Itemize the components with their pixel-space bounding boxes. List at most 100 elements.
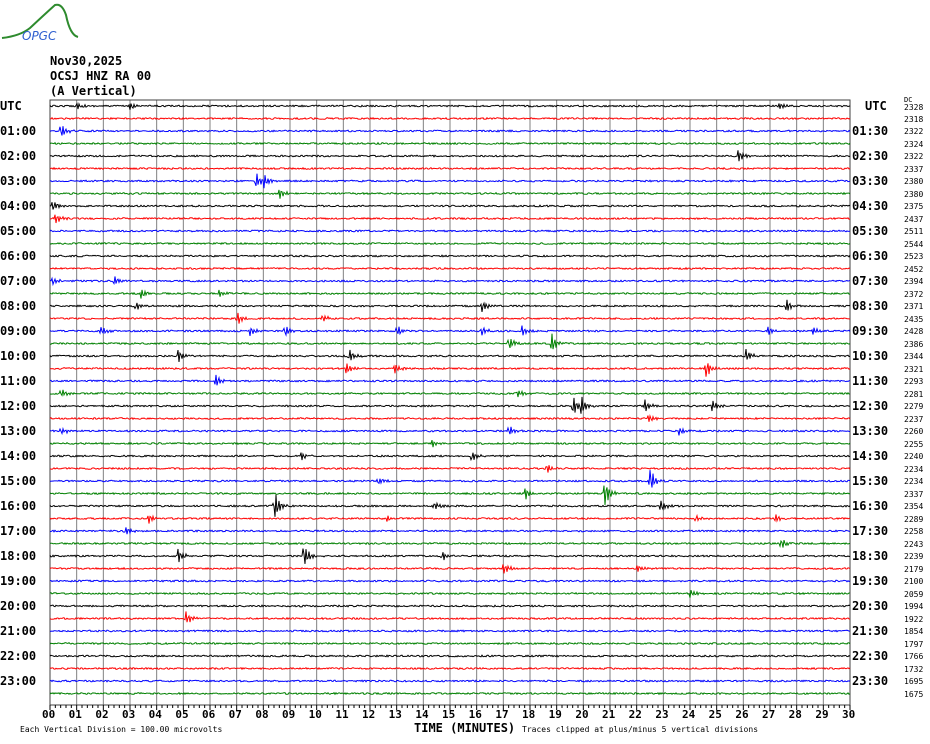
dc-offset-label: 2322: [904, 152, 924, 161]
x-tick-label: 22: [628, 708, 642, 721]
dc-offset-label: 2239: [904, 552, 924, 561]
left-hour-label: 01:00: [0, 124, 37, 138]
dc-offset-label: 2380: [904, 177, 924, 186]
dc-offset-label: 1854: [904, 627, 924, 636]
dc-offset-label: 1732: [904, 664, 924, 674]
left-hour-label: 03:00: [0, 174, 37, 188]
right-hour-label: 15:30: [852, 474, 889, 488]
dc-offset-label: 2337: [904, 489, 924, 499]
dc-offset-label: 2428: [904, 327, 924, 336]
x-tick-label: 04: [148, 708, 162, 721]
dc-offset-label: 1675: [904, 689, 924, 699]
left-hour-label: 21:00: [0, 624, 37, 638]
right-hour-label: 07:30: [852, 274, 889, 288]
dc-offset-label: 2289: [904, 514, 924, 524]
x-tick-label: 08: [255, 708, 269, 721]
dc-offset-label: 2293: [904, 377, 924, 386]
left-hour-label: 18:00: [0, 549, 37, 563]
right-hour-label: 18:30: [852, 549, 889, 563]
dc-offset-label: 2281: [904, 389, 924, 399]
right-hour-label: 16:30: [852, 499, 889, 513]
right-hour-label: 08:30: [852, 299, 889, 313]
dc-offset-label: 2321: [904, 364, 924, 374]
dc-offset-label: 2179: [904, 564, 924, 574]
dc-offset-label: 2059: [904, 589, 924, 599]
x-tick-label: 09: [282, 708, 296, 721]
right-hour-label: 11:30: [852, 374, 889, 388]
x-tick-label: 00: [42, 708, 56, 721]
x-tick-label: 13: [388, 708, 402, 721]
x-tick-label: 21: [602, 708, 616, 721]
dc-offset-label: 2544: [904, 239, 924, 249]
right-hour-label: 20:30: [852, 599, 889, 613]
left-hour-label: 06:00: [0, 249, 37, 263]
dc-offset-label: 1766: [904, 652, 924, 661]
right-hour-label: 17:30: [852, 524, 889, 538]
dc-offset-label: 2375: [904, 202, 924, 211]
right-hour-label: 22:30: [852, 649, 889, 663]
dc-offset-label: 2386: [904, 339, 924, 349]
clip-note: Traces clipped at plus/minus 5 vertical …: [522, 725, 759, 734]
dc-offset-label: 2279: [904, 402, 924, 411]
dc-offset-label: 1797: [904, 639, 924, 649]
dc-offset-label: 2371: [904, 302, 924, 311]
dc-offset-label: 2435: [904, 314, 924, 324]
x-tick-label: 01: [68, 708, 82, 721]
right-hour-label: 21:30: [852, 624, 889, 638]
dc-offset-label: 2100: [904, 577, 924, 586]
dc-offset-label: 2523: [904, 252, 924, 261]
x-tick-label: 19: [548, 708, 562, 721]
left-hour-label: 11:00: [0, 374, 37, 388]
dc-offset-label: 2437: [904, 214, 924, 224]
x-tick-label: 24: [682, 708, 696, 721]
dc-offset-label: 2255: [904, 439, 924, 449]
x-axis-title: TIME (MINUTES): [414, 721, 516, 735]
dc-offset-label: 2344: [904, 352, 924, 361]
left-hour-label: 02:00: [0, 149, 37, 163]
dc-offset-label: 2452: [904, 264, 924, 274]
x-tick-label: 27: [762, 708, 776, 721]
left-hour-label: 08:00: [0, 299, 37, 313]
x-tick-label: 20: [575, 708, 589, 721]
x-tick-label: 28: [788, 708, 802, 721]
dc-offset-label: 2258: [904, 527, 924, 536]
x-tick-label: 18: [522, 708, 536, 721]
dc-offset-label: 2337: [904, 164, 924, 174]
x-tick-label: 14: [415, 708, 429, 721]
right-hour-label: 03:30: [852, 174, 889, 188]
dc-offset-label: 2324: [904, 139, 924, 149]
x-tick-label: 07: [228, 708, 242, 721]
helicorder-plot: [49, 99, 851, 710]
right-hour-label: 05:30: [852, 224, 889, 238]
x-tick-label: 25: [708, 708, 722, 721]
right-hour-label: 19:30: [852, 574, 889, 588]
dc-offset-label: 2322: [904, 127, 924, 136]
x-tick-label: 12: [362, 708, 376, 721]
left-hour-label: 04:00: [0, 199, 37, 213]
x-tick-label: 10: [308, 708, 322, 721]
right-hour-label: 10:30: [852, 349, 889, 363]
dc-offset-label: 1695: [904, 677, 924, 686]
left-hour-label: 19:00: [0, 574, 37, 588]
left-hour-label: 20:00: [0, 599, 37, 613]
dc-offset-label: 2372: [904, 289, 924, 299]
right-hour-label: 09:30: [852, 324, 889, 338]
x-tick-label: 02: [95, 708, 109, 721]
dc-offset-label: 2243: [904, 539, 924, 549]
right-hour-label: 23:30: [852, 674, 889, 688]
x-tick-label: 23: [655, 708, 669, 721]
right-hour-label: 01:30: [852, 124, 889, 138]
dc-offset-label: 2380: [904, 189, 924, 199]
x-tick-label: 11: [335, 708, 349, 721]
left-hour-label: 10:00: [0, 349, 37, 363]
left-hour-label: 07:00: [0, 274, 37, 288]
x-tick-label: 17: [495, 708, 509, 721]
x-tick-label: 05: [175, 708, 189, 721]
x-tick-label: 03: [122, 708, 136, 721]
right-hour-label: 14:30: [852, 449, 889, 463]
dc-offset-label: 2240: [904, 452, 924, 461]
right-hour-label: 06:30: [852, 249, 889, 263]
x-tick-label: 16: [468, 708, 482, 721]
scale-note: Each Vertical Division = 100.00 microvol…: [20, 725, 223, 734]
dc-offset-label: 2394: [904, 277, 924, 286]
